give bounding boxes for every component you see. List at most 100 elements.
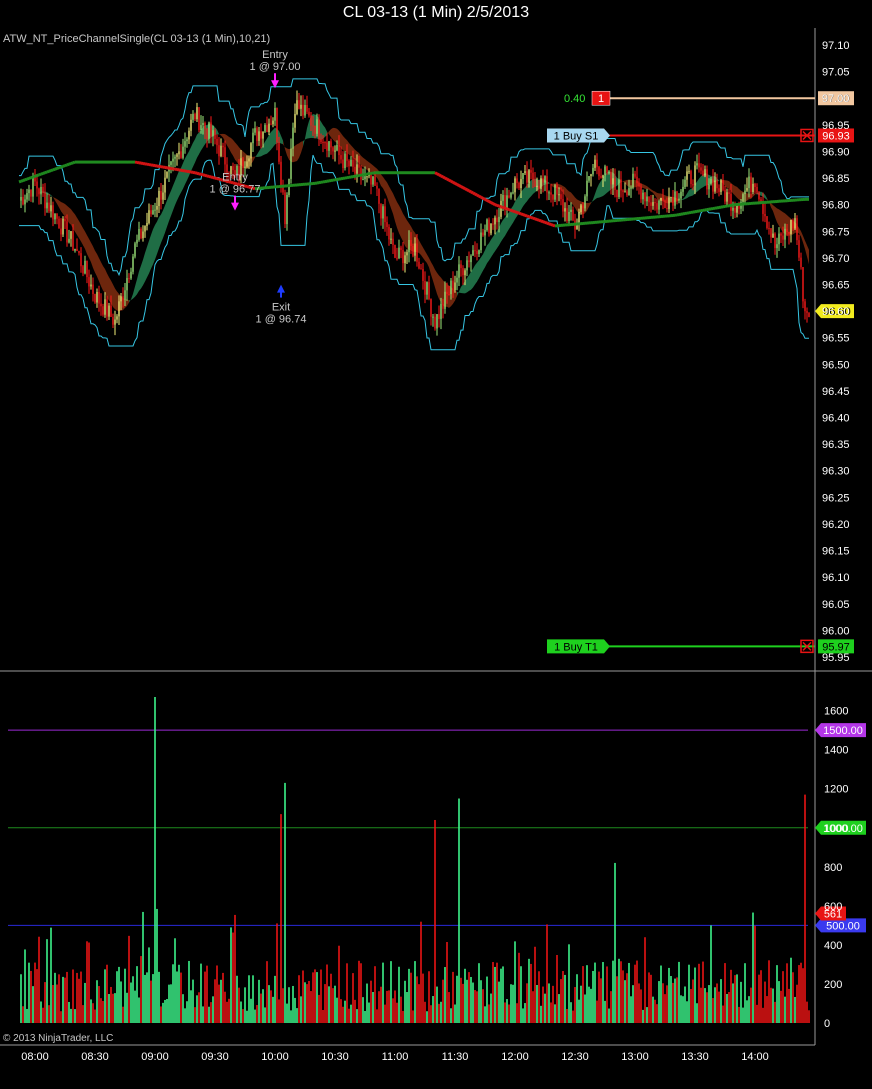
volume-bar [488, 1004, 490, 1023]
volume-bar [742, 1007, 744, 1023]
copyright-text: © 2013 NinjaTrader, LLC [3, 1033, 113, 1044]
candle-body [470, 255, 472, 263]
volume-bar [732, 983, 734, 1023]
volume-bar [418, 984, 420, 1023]
channel-band [423, 247, 425, 261]
candle-body [192, 113, 194, 120]
candle-body [424, 280, 426, 295]
candle-body [92, 284, 94, 294]
channel-band [183, 158, 185, 189]
candle-body [736, 205, 738, 213]
channel-band [137, 271, 139, 295]
volume-bar [808, 1010, 810, 1023]
volume-bar [624, 980, 626, 1023]
volume-bar [654, 999, 656, 1023]
volume-bar [24, 949, 26, 1023]
channel-band [155, 221, 157, 260]
candle-body [582, 205, 584, 209]
candle-body [376, 185, 378, 189]
volume-bar [706, 992, 708, 1023]
candle-body [732, 207, 734, 211]
volume-bar [442, 979, 444, 1023]
candle-body [88, 277, 90, 287]
volume-bar [726, 993, 728, 1023]
candle-body [490, 223, 492, 234]
candle-body [374, 176, 376, 186]
candle-body [104, 299, 106, 315]
volume-bar [676, 977, 678, 1023]
channel-band [197, 132, 199, 158]
slow-ma-segment [206, 174, 210, 178]
volume-bar [96, 980, 98, 1023]
volume-bar [290, 1010, 292, 1023]
price-panel[interactable]: Entry1 @ 97.00Entry1 @ 96.77Exit1 @ 96.7… [18, 49, 854, 654]
slow-ma-segment [218, 177, 222, 182]
volume-bar [240, 1001, 242, 1023]
indicator-label: ATW_NT_PriceChannelSingle(CL 03-13 (1 Mi… [3, 33, 270, 45]
volume-bar [104, 969, 106, 1023]
slow-ma-segment [528, 215, 532, 219]
volume-bar [236, 975, 238, 1023]
price-y-tick: 97.10 [822, 40, 850, 52]
volume-bar [548, 983, 550, 1023]
candle-body [306, 105, 308, 112]
price-y-tick: 96.95 [822, 120, 850, 132]
volume-bar [30, 970, 32, 1023]
candle-body [304, 105, 306, 116]
volume-bar [514, 941, 516, 1023]
volume-bar [434, 819, 436, 1023]
volume-bar [462, 983, 464, 1023]
candle-body [520, 179, 522, 189]
volume-bar [448, 992, 450, 1023]
volume-bar [274, 975, 276, 1023]
candle-body [600, 176, 602, 178]
slow-ma-segment [34, 174, 38, 178]
candle-body [804, 301, 806, 312]
volume-bar [426, 1011, 428, 1023]
volume-bar [666, 985, 668, 1023]
volume-bar [734, 975, 736, 1023]
candle-body [350, 159, 352, 167]
volume-bar [152, 974, 154, 1023]
volume-bar [472, 982, 474, 1023]
volume-bar [402, 1010, 404, 1023]
chart-canvas[interactable]: Entry1 @ 97.00Entry1 @ 96.77Exit1 @ 96.7… [0, 0, 872, 1089]
volume-bar [156, 908, 158, 1023]
slow-ma-segment [434, 171, 438, 176]
channel-band [591, 199, 593, 204]
candle-body [704, 169, 706, 176]
volume-bar [722, 1005, 724, 1023]
slow-ma-segment [470, 190, 474, 195]
volume-bar [180, 972, 182, 1023]
candle-body [416, 243, 418, 262]
candle-body [166, 171, 168, 178]
candle-body [382, 206, 384, 219]
slow-ma-segment [544, 220, 548, 225]
volume-bar [52, 985, 54, 1023]
volume-bar [800, 962, 802, 1023]
channel-band [181, 163, 183, 193]
slow-ma-segment [40, 172, 44, 176]
volume-bar [680, 995, 682, 1023]
slow-ma-segment [534, 217, 538, 221]
price-y-tick: 96.60 [822, 306, 850, 318]
candle-body [74, 248, 76, 251]
channel-band [777, 208, 779, 226]
candle-body [524, 171, 526, 174]
slow-ma-segment [200, 172, 204, 177]
volume-bar [230, 927, 232, 1023]
candle-body [162, 192, 164, 200]
volume-panel[interactable]: 1500.001000.00500.00561 [8, 697, 866, 1023]
reference-tag-text: 1500.00 [823, 725, 863, 737]
volume-bar [58, 974, 60, 1023]
candle-body [682, 186, 684, 192]
candle-body [654, 202, 656, 204]
candle-body [428, 282, 430, 300]
candle-body [364, 176, 366, 180]
candle-body [278, 142, 280, 162]
candle-body [132, 256, 134, 272]
candle-body [658, 200, 660, 210]
volume-bar [760, 970, 762, 1023]
volume-bar [390, 961, 392, 1023]
channel-band [589, 202, 591, 207]
